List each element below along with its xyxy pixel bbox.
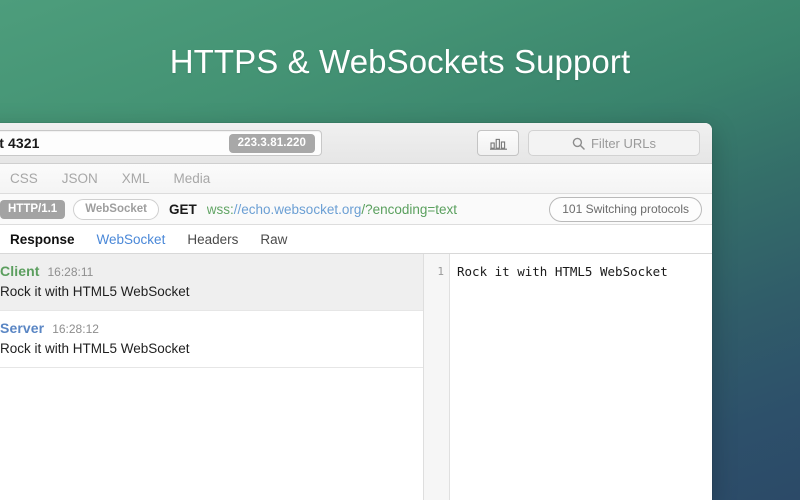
protocol-badge: HTTP/1.1 (0, 199, 66, 219)
type-filter-css[interactable]: CSS (10, 171, 38, 186)
type-filter-media[interactable]: Media (174, 171, 211, 186)
bar-chart-button[interactable] (477, 130, 519, 156)
websocket-message-list: Client 16:28:11 Rock it with HTML5 WebSo… (0, 254, 424, 500)
port-field[interactable]: ort 4321 223.3.81.220 (0, 130, 322, 156)
message-row-server[interactable]: Server 16:28:12 Rock it with HTML5 WebSo… (0, 311, 423, 368)
message-body: Rock it with HTML5 WebSocket (0, 341, 190, 356)
url-host: //echo.websocket.org (233, 201, 362, 217)
ip-address-badge: 223.3.81.220 (228, 133, 315, 153)
message-header: Client 16:28:11 (0, 263, 423, 279)
tab-raw[interactable]: Raw (260, 232, 287, 247)
payload-line: Rock it with HTML5 WebSocket (457, 264, 668, 279)
tab-headers[interactable]: Headers (187, 232, 238, 247)
content-type-filter-row: CSS JSON XML Media (0, 164, 712, 194)
websocket-badge: WebSocket (73, 198, 159, 220)
filter-placeholder: Filter URLs (590, 135, 656, 151)
payload-text[interactable]: Rock it with HTML5 WebSocket (450, 254, 712, 500)
http-method-label: GET (169, 201, 197, 217)
message-timestamp: 16:28:11 (47, 265, 94, 279)
toolbar: ort 4321 223.3.81.220 Filter URLs (0, 123, 712, 164)
message-body: Rock it with HTML5 WebSocket (0, 284, 190, 299)
message-timestamp: 16:28:12 (52, 322, 99, 336)
toolbar-actions: Filter URLs (477, 130, 702, 156)
detail-tab-strip: Response WebSocket Headers Raw (0, 225, 712, 254)
content-split: Client 16:28:11 Rock it with HTML5 WebSo… (0, 254, 712, 500)
message-header: Server 16:28:12 (0, 320, 423, 336)
request-url: wss://echo.websocket.org/?encoding=text (207, 202, 457, 217)
line-number-gutter: 1 (424, 254, 450, 500)
message-origin: Server (0, 320, 45, 336)
bar-chart-icon (489, 138, 507, 150)
line-number: 1 (437, 265, 444, 278)
filter-urls-input[interactable]: Filter URLs (528, 130, 700, 156)
tab-websocket[interactable]: WebSocket (97, 232, 166, 247)
search-icon (572, 137, 585, 150)
port-label: ort 4321 (0, 135, 40, 151)
page-title: HTTPS & WebSockets Support (169, 42, 631, 80)
hero-banner: HTTPS & WebSockets Support (0, 0, 800, 123)
type-filter-json[interactable]: JSON (62, 171, 98, 186)
request-summary-row[interactable]: HTTP/1.1 WebSocket GET wss://echo.websoc… (0, 194, 712, 225)
status-badge: 101 Switching protocols (549, 196, 702, 222)
app-window: ort 4321 223.3.81.220 Filter URLs (0, 123, 712, 500)
type-filter-xml[interactable]: XML (122, 171, 150, 186)
message-payload-viewer: 1 Rock it with HTML5 WebSocket (424, 254, 712, 500)
message-row-client[interactable]: Client 16:28:11 Rock it with HTML5 WebSo… (0, 254, 423, 311)
url-query: /?encoding=text (361, 201, 458, 217)
url-scheme: wss: (206, 201, 234, 217)
message-origin: Client (0, 263, 40, 279)
tab-response[interactable]: Response (10, 232, 75, 247)
